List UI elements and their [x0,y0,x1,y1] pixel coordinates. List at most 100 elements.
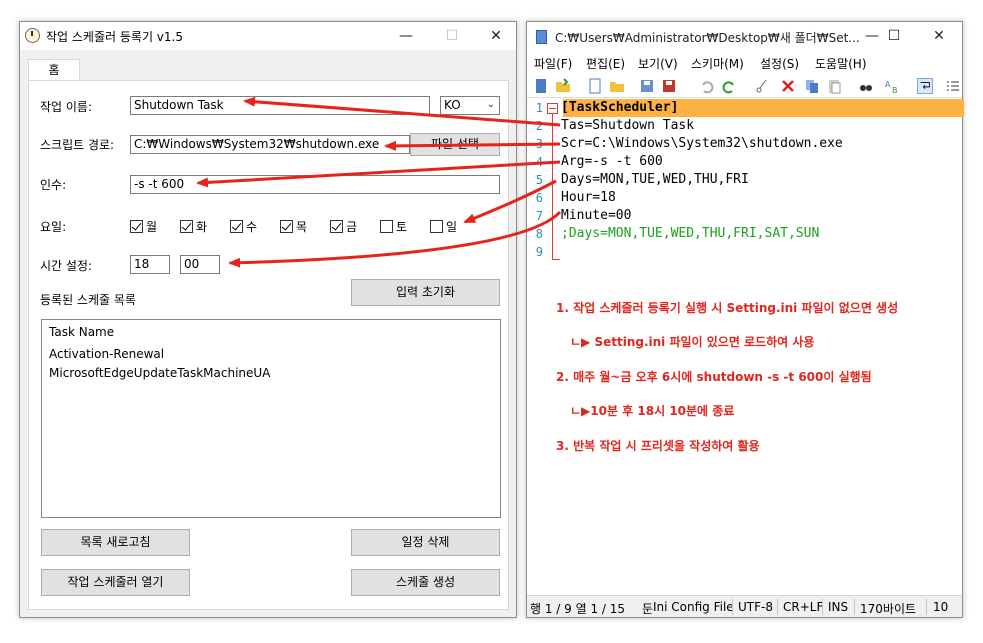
open-task-scheduler-button[interactable]: 작업 스케줄러 열기 [41,569,190,596]
code-line: Hour=18 [561,190,616,205]
svg-text:B: B [892,86,898,94]
code-line: Minute=00 [561,208,632,223]
line-number: 5 [535,173,543,187]
day-checkbox[interactable]: 화 [180,218,207,234]
code-line: [TaskScheduler] [561,100,679,115]
days-label: 요일: [40,220,67,234]
checkbox-box[interactable] [380,219,393,233]
checkbox-box[interactable] [180,219,193,233]
annotation-note: ㄴ▶ Setting.ini 파일이 있으면 로드하여 사용 [570,335,815,349]
tab-home[interactable]: 홈 [28,59,80,81]
document-icon [536,30,547,44]
fold-guide [552,113,553,259]
day-checkbox[interactable]: 일 [430,218,457,234]
svg-text:A: A [885,80,891,89]
find-icon[interactable] [858,78,874,94]
status-position: 행 1 / 9 열 1 / 15 [530,602,626,616]
menu-help[interactable]: 도움말(H) [815,55,867,72]
menu-file[interactable]: 파일(F) [534,55,572,72]
file-select-button[interactable]: 파일 선택 [410,133,500,156]
maximize-button[interactable]: ☐ [429,22,475,50]
status-separator [854,599,855,615]
registered-list-label: 등록된 스케줄 목록 [40,293,136,307]
reset-input-button[interactable]: 입력 초기화 [351,279,500,306]
annotation-note: 3. 반복 작업 시 프리셋을 작성하여 활용 [556,439,760,453]
redo-icon[interactable] [721,78,737,94]
script-path-label: 스크립트 경로: [40,138,115,152]
status-separator [777,599,778,615]
checkbox-box[interactable] [230,219,243,233]
args-label: 인수: [40,178,67,192]
day-label: 화 [196,219,208,234]
open-icon[interactable] [609,78,625,94]
save-icon[interactable] [639,78,655,94]
args-input[interactable]: -s -t 600 [130,175,500,194]
clock-icon [25,28,40,43]
undo-icon[interactable] [699,78,715,94]
schedule-list[interactable]: Task Name Activation-Renewal MicrosoftEd… [41,319,501,518]
time-label: 시간 설정: [40,259,93,273]
status-encoding: UTF-8 [738,600,773,614]
delete-schedule-button[interactable]: 일정 삭제 [351,529,500,556]
delete-icon[interactable] [780,78,796,94]
menu-settings[interactable]: 설정(S) [760,55,799,72]
menu-edit[interactable]: 편집(E) [586,55,625,72]
status-eol: CR+LF [783,600,824,614]
word-wrap-icon[interactable] [917,78,933,94]
list-icon[interactable] [945,78,961,94]
script-path-input[interactable]: C:₩Windows₩System32₩shutdown.exe [130,135,410,154]
line-number: 3 [535,137,543,151]
code-editor[interactable]: 1 2 3 4 5 6 7 8 9 [TaskScheduler] Tas=Sh… [527,99,964,596]
task-name-input[interactable]: Shutdown Task [130,96,430,115]
hour-input[interactable]: 18 [130,255,170,274]
line-number: 6 [535,191,543,205]
list-item[interactable]: Activation-Renewal [49,347,164,361]
window-title: 작업 스케줄러 등록기 v1.5 [46,30,183,44]
day-checkbox[interactable]: 수 [230,218,257,234]
line-number: 1 [535,101,543,115]
status-mode: INS [828,600,849,614]
open-folder-icon[interactable] [555,78,571,94]
language-select[interactable]: KO ⌄ [440,96,500,115]
line-number: 9 [535,245,543,259]
checkbox-box[interactable] [130,219,143,233]
checkbox-box[interactable] [430,219,443,233]
day-label: 수 [246,219,258,234]
new-file-icon[interactable] [533,78,549,94]
line-number-gutter: 1 2 3 4 5 6 7 8 9 [527,99,563,596]
menu-view[interactable]: 보기(V) [638,55,678,72]
day-checkbox[interactable]: 월 [130,218,157,234]
menu-bar: 파일(F) 편집(E) 보기(V) 스키마(M) 설정(S) 도움말(H) [527,51,962,73]
status-zoom: 10 [933,600,949,614]
create-schedule-button[interactable]: 스케줄 생성 [351,569,500,596]
editor-close-button[interactable]: ✕ [916,22,962,50]
checkbox-box[interactable] [330,219,343,233]
minimize-button[interactable]: — [383,22,429,50]
day-checkbox[interactable]: 목 [280,218,307,234]
copy-icon[interactable] [804,78,820,94]
scheduler-window: 작업 스케줄러 등록기 v1.5 — ☐ ✕ 홈 작업 이름: Shutdown… [19,21,517,618]
annotation-note: 1. 작업 스케줄러 등록기 실행 시 Setting.ini 파일이 없으면 … [556,301,899,315]
day-checkbox[interactable]: 금 [330,218,357,234]
minute-input[interactable]: 00 [180,255,220,274]
toolbar: AB [527,74,962,98]
close-button[interactable]: ✕ [473,22,519,50]
menu-schema[interactable]: 스키마(M) [691,55,744,72]
day-checkbox[interactable]: 토 [380,218,407,234]
status-separator [926,599,927,615]
list-item[interactable]: MicrosoftEdgeUpdateTaskMachineUA [49,366,270,380]
replace-icon[interactable]: AB [884,78,900,94]
cut-icon[interactable] [754,78,770,94]
checkbox-box[interactable] [280,219,293,233]
day-label: 목 [296,219,308,234]
status-char: 둔 [642,602,654,616]
task-name-label: 작업 이름: [40,100,93,114]
new-document-icon[interactable] [587,78,603,94]
editor-window-title: C:₩Users₩Administrator₩Desktop₩새 폴더₩Set.… [555,31,860,45]
save-all-icon[interactable] [661,78,677,94]
refresh-list-button[interactable]: 목록 새로고침 [41,529,190,556]
editor-maximize-button[interactable]: ☐ [871,22,917,50]
code-line: Scr=C:\Windows\System32\shutdown.exe [561,136,843,151]
paste-icon[interactable] [826,78,842,94]
status-schema: Ini Config File [653,600,734,614]
